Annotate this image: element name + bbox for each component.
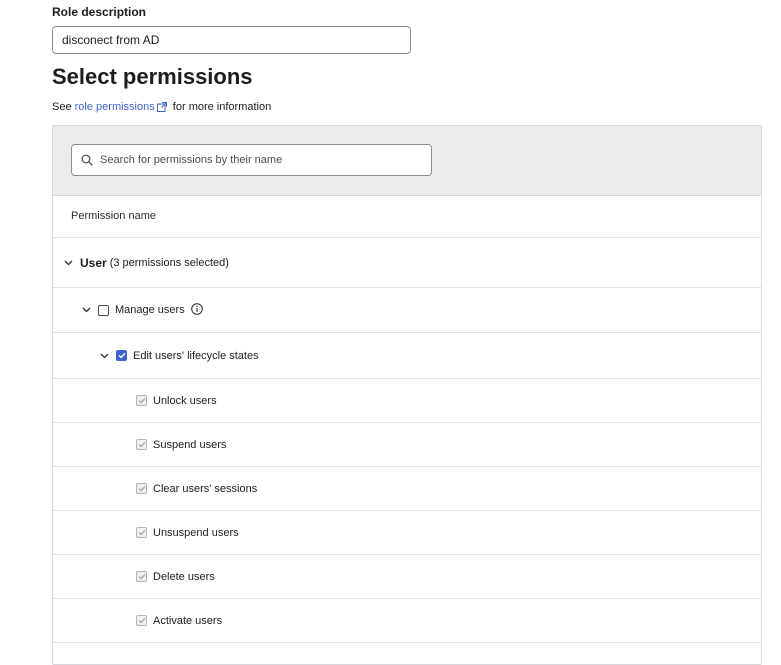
check-icon <box>118 352 126 359</box>
chevron-down-icon[interactable] <box>61 256 75 270</box>
lifecycle-cell: Edit users' lifecycle states <box>97 333 259 378</box>
lifecycle-label: Edit users' lifecycle states <box>133 349 259 362</box>
sub-permission-label: Unsuspend users <box>153 526 239 539</box>
group-cell: User (3 permissions selected) <box>61 238 229 287</box>
role-permissions-link[interactable]: role permissions <box>75 101 170 113</box>
select-permissions-title: Select permissions <box>52 64 253 89</box>
sub-permission-row: Unsuspend users <box>53 511 761 555</box>
hint-prefix: See <box>52 101 72 113</box>
role-permissions-hint: See role permissions for more informatio… <box>52 101 271 115</box>
sub-permission-row: Suspend users <box>53 423 761 467</box>
role-description-input[interactable] <box>52 26 411 54</box>
sub-permission-cell: Delete users <box>136 555 215 598</box>
permission-row-manage-users: Manage users <box>53 288 761 333</box>
permission-name-header: Permission name <box>71 210 156 222</box>
check-icon <box>138 485 145 492</box>
info-icon[interactable] <box>190 302 203 318</box>
hint-suffix: for more information <box>172 101 272 113</box>
unsuspend-users-checkbox[interactable] <box>136 527 147 538</box>
sub-permission-cell: Unsuspend users <box>136 511 239 554</box>
permissions-panel: Permission name User (3 permissions sele… <box>52 125 762 665</box>
sub-permission-row: Clear users' sessions <box>53 467 761 511</box>
group-name: User <box>80 255 107 270</box>
external-link-icon <box>156 102 167 115</box>
check-icon <box>138 529 145 536</box>
table-header-row: Permission name <box>53 195 761 238</box>
sub-permission-label: Activate users <box>153 614 223 627</box>
unlock-users-checkbox[interactable] <box>136 395 147 406</box>
sub-permission-cell: Clear users' sessions <box>136 467 257 510</box>
sub-permission-cell: Activate users <box>136 599 222 642</box>
manage-users-cell: Manage users <box>79 288 203 332</box>
lifecycle-checkbox[interactable] <box>116 350 127 361</box>
sub-permission-label: Delete users <box>153 570 215 583</box>
permissions-search-band <box>53 126 761 196</box>
activate-users-checkbox[interactable] <box>136 615 147 626</box>
chevron-down-icon[interactable] <box>79 303 93 317</box>
sub-permission-row: Activate users <box>53 599 761 643</box>
delete-users-checkbox[interactable] <box>136 571 147 582</box>
sub-permission-row: Unlock users <box>53 379 761 423</box>
permissions-search-input[interactable] <box>100 145 420 175</box>
permission-group-user: User (3 permissions selected) <box>53 238 761 288</box>
permission-row-lifecycle: Edit users' lifecycle states <box>53 333 761 379</box>
clear-sessions-checkbox[interactable] <box>136 483 147 494</box>
role-permissions-link-text: role permissions <box>74 101 155 113</box>
sub-permission-cell: Suspend users <box>136 423 226 466</box>
check-icon <box>138 441 145 448</box>
manage-users-checkbox[interactable] <box>98 304 109 316</box>
sub-permission-label: Clear users' sessions <box>153 482 258 495</box>
check-icon <box>138 397 145 404</box>
sub-permission-cell: Unlock users <box>136 379 217 422</box>
manage-users-label: Manage users <box>115 304 185 316</box>
role-description-label: Role description <box>52 5 147 19</box>
sub-permission-label: Suspend users <box>153 438 227 451</box>
permissions-search-box[interactable] <box>71 144 432 176</box>
search-icon <box>81 153 93 171</box>
suspend-users-checkbox[interactable] <box>136 439 147 450</box>
chevron-down-icon[interactable] <box>97 349 111 363</box>
sub-permission-label: Unlock users <box>153 394 217 407</box>
group-selected-count: (3 permissions selected) <box>109 256 229 269</box>
sub-permission-row: Delete users <box>53 555 761 599</box>
check-icon <box>138 573 145 580</box>
check-icon <box>138 617 145 624</box>
